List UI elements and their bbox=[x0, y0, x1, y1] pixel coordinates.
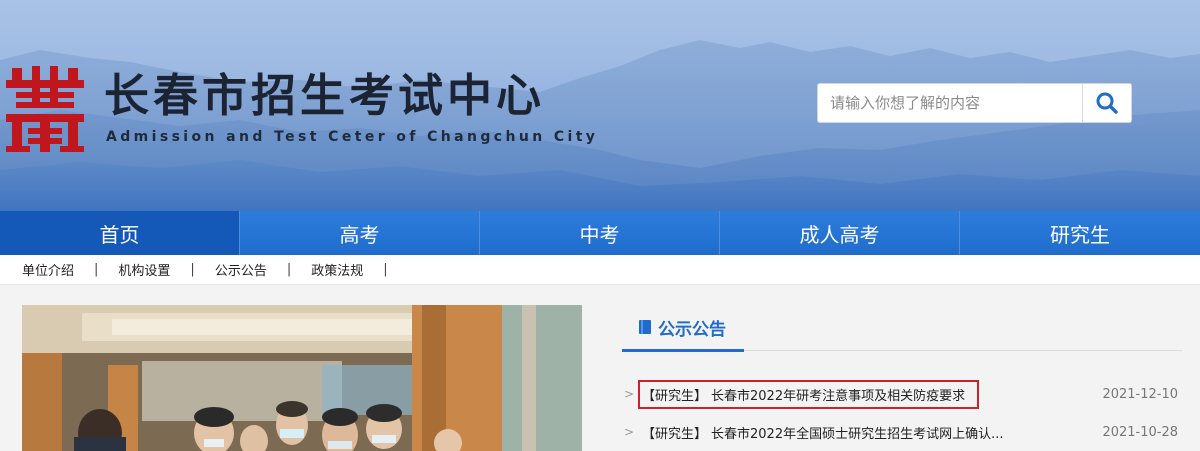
sub-nav-separator: | bbox=[94, 262, 99, 277]
announcement-panel: 公示公告 > 【研究生】 长春市2022年研考注意事项及相关防疫要求 2021-… bbox=[622, 305, 1182, 451]
content-area: 公示公告 > 【研究生】 长春市2022年研考注意事项及相关防疫要求 2021-… bbox=[0, 285, 1200, 451]
announcement-date: 2021-10-28 bbox=[1102, 424, 1178, 440]
main-nav: 首页 高考 中考 成人高考 研究生 bbox=[0, 211, 1200, 255]
site-title: 长春市招生考试中心 bbox=[104, 69, 546, 122]
search-icon bbox=[1096, 92, 1118, 114]
sub-nav: 单位介绍 | 机构设置 | 公示公告 | 政策法规 | bbox=[0, 255, 1200, 285]
announcement-link[interactable]: 【研究生】 长春市2022年全国硕士研究生招生考试网上确认... bbox=[638, 418, 1018, 447]
sub-nav-separator: | bbox=[190, 262, 195, 277]
search-box bbox=[817, 83, 1132, 123]
search-button[interactable] bbox=[1082, 84, 1131, 122]
announcement-list: > 【研究生】 长春市2022年研考注意事项及相关防疫要求 2021-12-10… bbox=[622, 375, 1182, 451]
tab-announcements[interactable]: 公示公告 bbox=[622, 305, 744, 352]
sub-nav-announcements[interactable]: 公示公告 bbox=[215, 260, 267, 279]
sub-nav-separator: | bbox=[286, 262, 292, 277]
announcement-link[interactable]: 【研究生】 长春市2022年研考注意事项及相关防疫要求 bbox=[638, 379, 980, 409]
book-icon bbox=[639, 320, 651, 334]
meeting-photo-image bbox=[22, 305, 582, 451]
nav-item-gaokao[interactable]: 高考 bbox=[240, 211, 480, 255]
arrow-icon: > bbox=[624, 425, 635, 439]
nav-item-home[interactable]: 首页 bbox=[0, 211, 240, 255]
header-banner: 长春市招生考试中心 Admission and Test Ceter of Ch… bbox=[0, 0, 1200, 211]
list-item: > 【研究生】 长春市2022年全国硕士研究生招生考试网上确认... 2021-… bbox=[622, 413, 1182, 451]
logo-icon bbox=[6, 66, 84, 152]
sub-nav-separator: | bbox=[383, 262, 388, 277]
announcement-header: 公示公告 bbox=[622, 305, 1182, 352]
nav-item-postgraduate[interactable]: 研究生 bbox=[960, 211, 1200, 255]
search-input[interactable] bbox=[818, 84, 1082, 122]
announcement-tag: 【研究生】 bbox=[642, 426, 708, 442]
news-photo[interactable] bbox=[22, 305, 582, 451]
announcement-tag: 【研究生】 bbox=[642, 388, 708, 404]
announcement-item-title[interactable]: 长春市2022年研考注意事项及相关防疫要求 bbox=[711, 385, 965, 404]
announcement-item-title[interactable]: 长春市2022年全国硕士研究生招生考试网上确认... bbox=[711, 423, 1003, 442]
sub-nav-unit-intro[interactable]: 单位介绍 bbox=[22, 260, 74, 279]
announcement-date: 2021-12-10 bbox=[1102, 386, 1178, 402]
list-item: > 【研究生】 长春市2022年研考注意事项及相关防疫要求 2021-12-10 bbox=[622, 375, 1182, 413]
nav-item-adult-gaokao[interactable]: 成人高考 bbox=[720, 211, 960, 255]
sub-nav-policies[interactable]: 政策法规 bbox=[311, 260, 363, 279]
arrow-icon: > bbox=[624, 387, 635, 401]
announcement-title: 公示公告 bbox=[658, 319, 726, 340]
site-subtitle: Admission and Test Ceter of Changchun Ci… bbox=[106, 129, 599, 145]
nav-item-zhongkao[interactable]: 中考 bbox=[480, 211, 720, 255]
sub-nav-organization[interactable]: 机构设置 bbox=[118, 260, 170, 279]
